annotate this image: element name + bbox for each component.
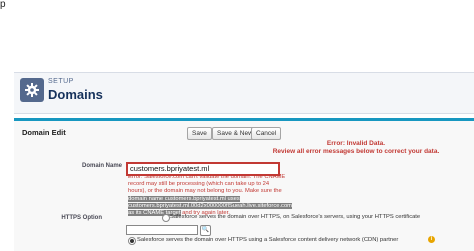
gear-icon — [20, 78, 44, 102]
top-glyph: p — [0, 0, 6, 10]
edit-title: Domain Edit — [22, 128, 66, 137]
info-icon[interactable]: i — [428, 236, 435, 243]
domain-name-label: Domain Name — [81, 163, 122, 169]
page-title: Domains — [48, 87, 103, 102]
error-text-1: Error: Salesforce.com can't validate the… — [128, 174, 286, 195]
error-heading: Error: Invalid Data. Review all error me… — [250, 140, 462, 156]
error-heading-line1: Error: Invalid Data. — [326, 140, 386, 147]
save-button[interactable]: Save — [187, 127, 212, 140]
lookup-icon[interactable]: 🔍 — [200, 225, 211, 236]
cancel-button[interactable]: Cancel — [251, 127, 282, 140]
https-option-own-cert-label: Salesforce serves the domain over HTTPS,… — [170, 214, 421, 220]
section-label: SETUP — [48, 78, 74, 85]
https-option-own-cert-radio[interactable] — [162, 214, 170, 222]
https-option-label: HTTPS Option — [61, 215, 102, 221]
error-heading-line2: Review all error messages below to corre… — [272, 148, 440, 155]
https-option-cdn-label: Salesforce serves the domain over HTTPS … — [137, 237, 399, 243]
domain-error-message: Error: Salesforce.com can't validate the… — [128, 174, 293, 217]
https-option-cdn-radio[interactable] — [128, 237, 136, 245]
top-strip: p — [0, 0, 474, 14]
certificate-input[interactable] — [126, 225, 198, 235]
